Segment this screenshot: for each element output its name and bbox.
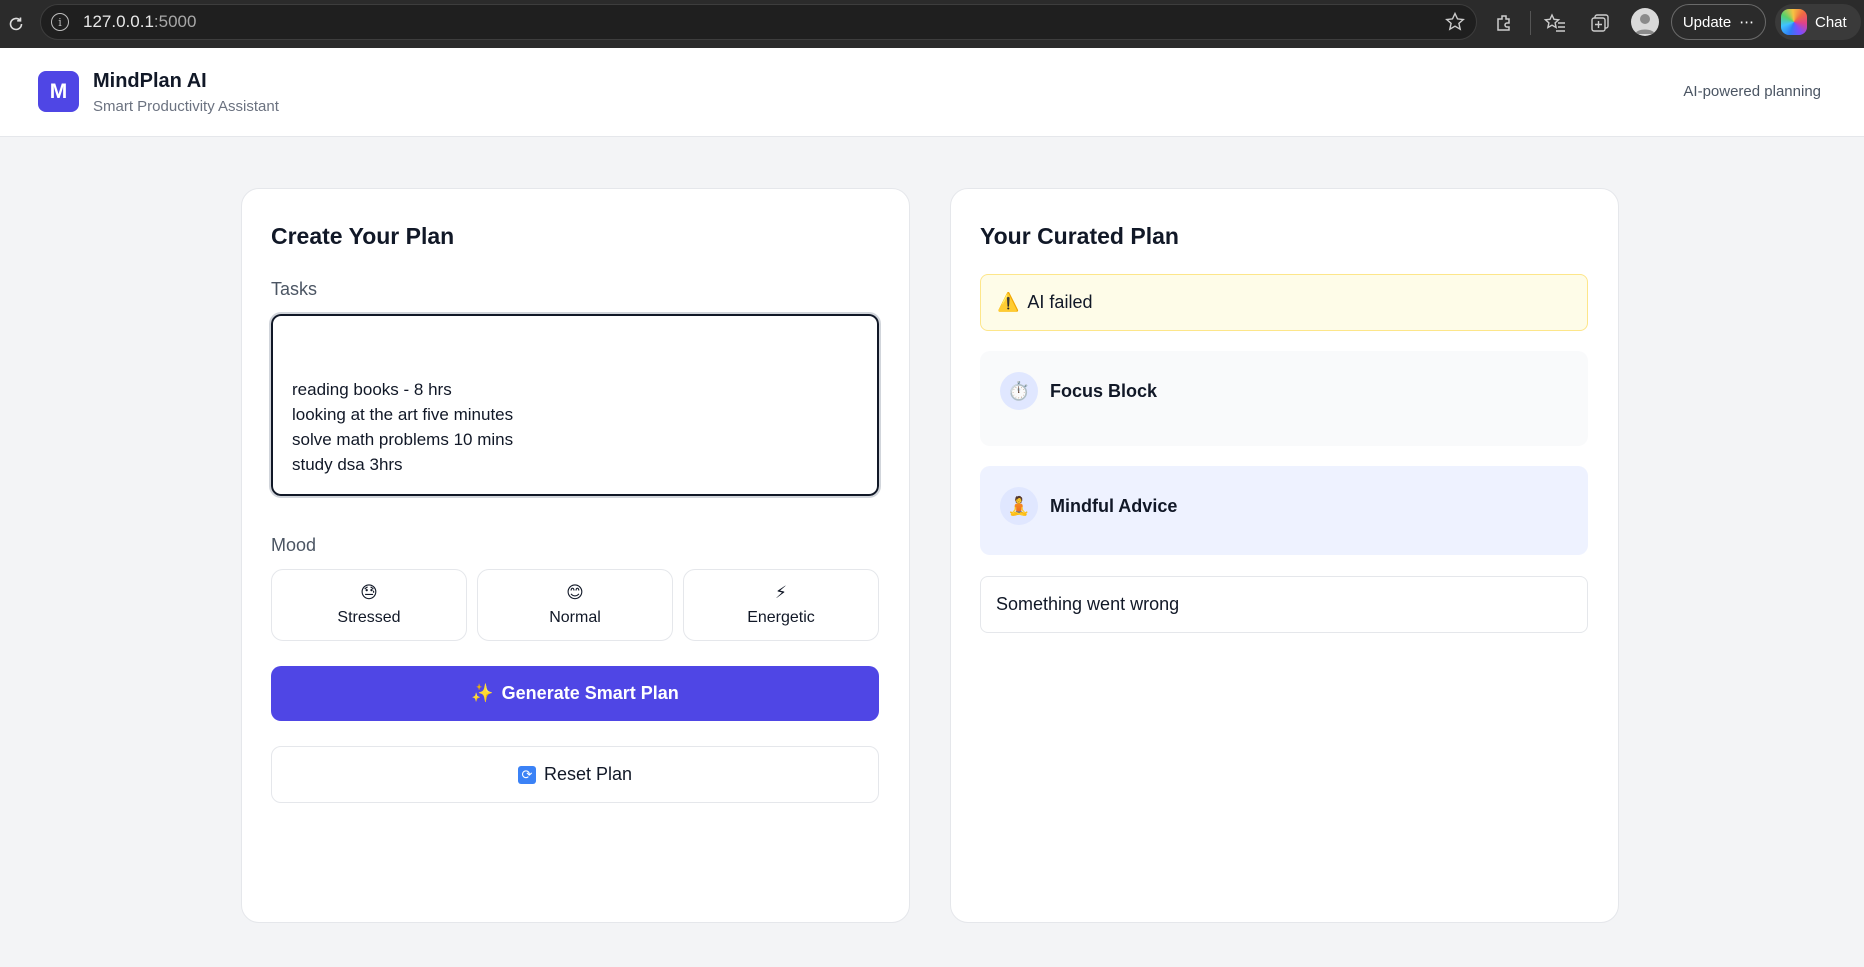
update-button[interactable]: Update ⋯ <box>1671 4 1766 40</box>
alert-text: AI failed <box>1027 292 1093 312</box>
lightning-icon: ⚡ <box>775 583 787 602</box>
tasks-label: Tasks <box>271 279 318 299</box>
smiling-face-icon: 😊 <box>566 583 584 602</box>
mood-energetic-button[interactable]: ⚡ Energetic <box>683 569 879 641</box>
url-text: 127.0.0.1:5000 <box>83 12 197 31</box>
extensions-icon[interactable] <box>1491 9 1519 37</box>
sparkles-icon: ✨ <box>471 683 494 703</box>
header-tagline: AI-powered planning <box>1683 83 1821 100</box>
favorites-icon[interactable] <box>1541 9 1569 37</box>
tasks-input[interactable]: reading books - 8 hrs looking at the art… <box>269 312 881 498</box>
stopwatch-icon: ⏱️ <box>1000 372 1038 410</box>
copilot-chat-button[interactable]: Chat <box>1775 4 1861 40</box>
create-plan-card: Create Your Plan Tasks reading books - 8… <box>241 188 910 923</box>
curated-plan-card: Your Curated Plan ⚠️ AI failed ⏱️ Focus … <box>950 188 1619 923</box>
mood-normal-button[interactable]: 😊 Normal <box>477 569 673 641</box>
app-name: MindPlan AI <box>93 70 207 92</box>
more-dots-icon: ⋯ <box>1739 14 1755 31</box>
generate-plan-button[interactable]: ✨ Generate Smart Plan <box>271 666 879 721</box>
favorite-star-icon[interactable] <box>1444 11 1466 38</box>
browser-toolbar: i 127.0.0.1:5000 Update ⋯ Chat <box>0 0 1864 48</box>
toolbar-divider <box>1530 11 1531 35</box>
warning-icon: ⚠️ <box>997 292 1020 312</box>
app-subtitle: Smart Productivity Assistant <box>93 98 279 115</box>
collections-icon[interactable] <box>1586 9 1614 37</box>
app-logo: M <box>38 71 79 112</box>
address-bar[interactable]: i 127.0.0.1:5000 <box>40 4 1477 40</box>
mindful-advice-title: Mindful Advice <box>1050 496 1178 516</box>
meditation-icon: 🧘 <box>1000 487 1038 525</box>
app-header: M MindPlan AI Smart Productivity Assista… <box>0 48 1864 137</box>
profile-avatar[interactable] <box>1631 8 1659 36</box>
focus-block-section: ⏱️ Focus Block <box>980 351 1588 446</box>
stressed-face-icon: 😓 <box>360 583 378 602</box>
create-plan-title: Create Your Plan <box>271 223 455 249</box>
reset-plan-button[interactable]: ⟳ Reset Plan <box>271 746 879 803</box>
mood-selector: 😓 Stressed 😊 Normal ⚡ Energetic <box>271 569 879 641</box>
mood-label: Mood <box>271 535 317 555</box>
error-message: Something went wrong <box>980 576 1588 633</box>
site-info-icon[interactable]: i <box>51 13 69 31</box>
ai-failed-alert: ⚠️ AI failed <box>980 274 1588 331</box>
curated-plan-title: Your Curated Plan <box>980 223 1179 249</box>
refresh-icon: ⟳ <box>517 765 536 784</box>
reload-icon[interactable] <box>1 9 31 39</box>
focus-block-title: Focus Block <box>1050 381 1158 401</box>
copilot-icon <box>1781 9 1807 35</box>
mood-stressed-button[interactable]: 😓 Stressed <box>271 569 467 641</box>
mindful-advice-section: 🧘 Mindful Advice <box>980 466 1588 555</box>
